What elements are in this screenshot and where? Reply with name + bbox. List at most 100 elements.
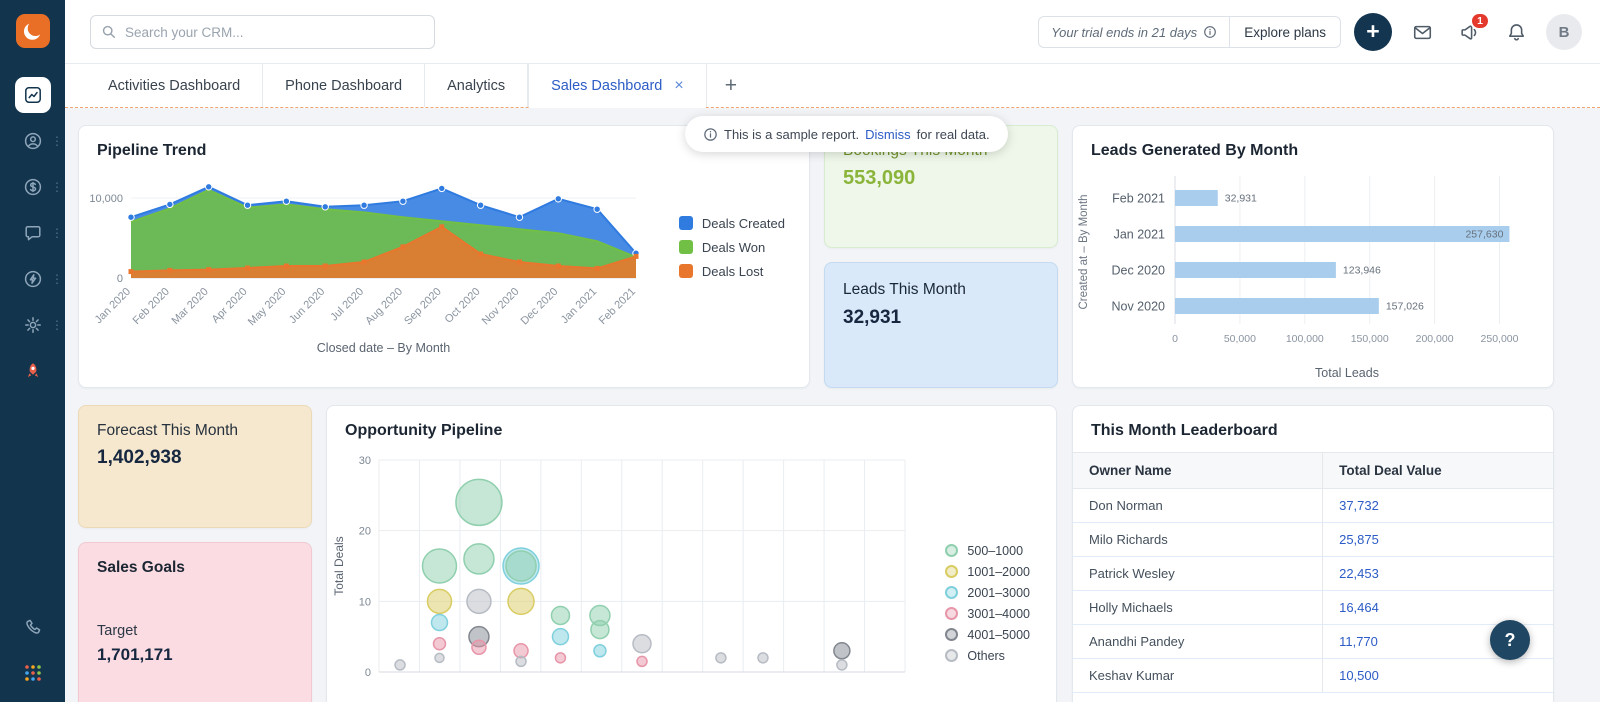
tab-label: Phone Dashboard <box>285 77 403 94</box>
kebab-menu-icon[interactable]: ⋮ <box>51 181 63 193</box>
tab-analytics[interactable]: Analytics <box>425 64 529 107</box>
kebab-menu-icon[interactable]: ⋮ <box>51 135 63 147</box>
leads-this-month-card: Leads This Month 32,931 <box>824 262 1058 388</box>
deal-value-cell[interactable]: 25,875 <box>1322 522 1553 557</box>
owner-name-cell: Patrick Wesley <box>1073 556 1323 591</box>
forecast-title: Forecast This Month <box>97 422 238 439</box>
automation-icon <box>24 270 41 288</box>
sidebar-item-settings[interactable]: ⋮ <box>0 302 65 348</box>
chat-icon <box>24 225 41 241</box>
notifications-button[interactable] <box>1499 15 1533 49</box>
sidebar-item-contacts[interactable]: ⋮ <box>0 118 65 164</box>
legend-item-deals-created[interactable]: Deals Created <box>678 215 785 231</box>
legend-item-2001-3000[interactable]: 2001–3000 <box>945 586 1030 600</box>
table-row[interactable]: Don Norman 37,732 <box>1073 488 1553 523</box>
table-row[interactable]: Keshav Kumar 10,500 <box>1073 658 1553 693</box>
svg-text:123,946: 123,946 <box>1343 265 1381 277</box>
legend-label: Deals Lost <box>701 263 764 279</box>
owner-name-cell: Keshav Kumar <box>1073 658 1323 693</box>
legend-item-4001-5000[interactable]: 4001–5000 <box>945 628 1030 642</box>
svg-text:0: 0 <box>117 273 123 285</box>
deal-value-cell[interactable]: 16,464 <box>1322 590 1553 625</box>
kebab-menu-icon[interactable]: ⋮ <box>51 319 63 331</box>
tab-activities-dashboard[interactable]: Activities Dashboard <box>86 64 264 107</box>
svg-text:20: 20 <box>359 526 371 538</box>
table-row[interactable]: Milo Richards 25,875 <box>1073 522 1553 557</box>
sidebar-item-apps[interactable] <box>0 650 65 696</box>
legend-label: Deals Created <box>701 215 785 231</box>
add-tab-button[interactable]: + <box>707 64 755 107</box>
trial-text: Your trial ends in 21 days <box>1039 25 1229 40</box>
search-box[interactable] <box>90 15 435 49</box>
table-row[interactable]: Anandhi Pandey 11,770 <box>1073 624 1553 659</box>
card-title: This Month Leaderboard <box>1091 422 1278 439</box>
legend-swatch <box>678 216 693 230</box>
column-header-value: Total Deal Value <box>1322 452 1553 489</box>
dismiss-link[interactable]: Dismiss <box>865 127 911 142</box>
legend-label: 4001–5000 <box>967 627 1030 642</box>
deals-icon <box>24 178 41 196</box>
forecast-card: Forecast This Month 1,402,938 <box>78 405 312 528</box>
table-row[interactable]: Patrick Wesley 22,453 <box>1073 556 1553 591</box>
banner-text-after: for real data. <box>916 126 990 142</box>
bookings-value: 553,090 <box>843 167 916 189</box>
legend-item-1001-2000[interactable]: 1001–2000 <box>945 565 1030 579</box>
table-row[interactable]: Holly Michaels 16,464 <box>1073 590 1553 625</box>
freshworks-logo-icon[interactable] <box>15 14 50 48</box>
freshworks-swirl <box>23 20 43 40</box>
svg-text:May 2020: May 2020 <box>246 286 289 329</box>
legend-item-deals-lost[interactable]: Deals Lost <box>678 263 785 279</box>
sidebar-bottom <box>0 604 65 696</box>
kebab-menu-icon[interactable]: ⋮ <box>51 273 63 285</box>
legend-item-others[interactable]: Others <box>945 649 1030 663</box>
svg-text:32,931: 32,931 <box>1225 193 1257 205</box>
svg-text:Created at – By Month: Created at – By Month <box>1078 194 1090 309</box>
owner-name-cell: Anandhi Pandey <box>1073 624 1323 659</box>
explore-plans-button[interactable]: Explore plans <box>1229 17 1340 47</box>
svg-text:Nov 2020: Nov 2020 <box>1111 300 1165 314</box>
whats-new-button[interactable]: 1 <box>1452 12 1490 49</box>
banner-text-before: This is a sample report. <box>724 126 860 142</box>
svg-text:0: 0 <box>1172 333 1178 345</box>
email-button[interactable] <box>1405 15 1439 49</box>
legend-label: Deals Won <box>701 239 766 255</box>
avatar[interactable]: B <box>1546 14 1582 50</box>
search-input[interactable] <box>125 24 424 40</box>
sidebar-item-deals[interactable]: ⋮ <box>0 164 65 210</box>
close-icon[interactable]: × <box>674 77 683 94</box>
rocket-icon <box>27 363 38 377</box>
tab-label: Activities Dashboard <box>108 77 241 94</box>
card-title: Opportunity Pipeline <box>345 422 503 439</box>
sample-report-banner: This is a sample report. Dismiss for rea… <box>685 116 1008 152</box>
legend-item-500-1000[interactable]: 500–1000 <box>945 544 1030 558</box>
leads-title: Leads This Month <box>843 281 966 298</box>
topbar: Your trial ends in 21 days Explore plans… <box>65 0 1600 64</box>
kebab-menu-icon[interactable]: ⋮ <box>51 227 63 239</box>
tab-sales-dashboard[interactable]: Sales Dashboard × <box>528 64 707 108</box>
legend-item-3001-4000[interactable]: 3001–4000 <box>945 607 1030 621</box>
svg-text:Dec 2020: Dec 2020 <box>519 286 561 328</box>
sidebar-item-dashboard[interactable] <box>0 72 65 118</box>
deal-value-cell[interactable]: 10,500 <box>1322 658 1553 693</box>
svg-text:Nov 2020: Nov 2020 <box>480 286 522 328</box>
deal-value-cell[interactable]: 22,453 <box>1322 556 1553 591</box>
deal-value-cell[interactable]: 37,732 <box>1322 488 1553 523</box>
sidebar-nav: ⋮ ⋮ ⋮ ⋮ ⋮ <box>0 72 65 394</box>
help-button[interactable]: ? <box>1490 620 1530 660</box>
sidebar-item-phone[interactable] <box>0 604 65 650</box>
sidebar-item-automation[interactable]: ⋮ <box>0 256 65 302</box>
tab-phone-dashboard[interactable]: Phone Dashboard <box>263 64 426 107</box>
sidebar-item-rocket[interactable] <box>0 348 65 394</box>
sidebar-item-chat[interactable]: ⋮ <box>0 210 65 256</box>
quick-add-button[interactable]: + <box>1354 13 1392 51</box>
svg-text:Jul 2020: Jul 2020 <box>328 286 366 324</box>
opportunity-pipeline-card: Opportunity Pipeline 0 10 20 30 Total Deals … <box>326 405 1057 702</box>
sales-goals-title: Sales Goals <box>97 559 185 576</box>
dashboard-main: This is a sample report. Dismiss for rea… <box>65 108 1600 702</box>
pipeline-trend-chart: 0 10,000 Jan 2020 Feb 2020 Mar 2020 Apr 2020 M… <box>79 166 644 358</box>
legend-item-deals-won[interactable]: Deals Won <box>678 239 785 255</box>
svg-text:10: 10 <box>359 596 371 608</box>
svg-text:Jun 2020: Jun 2020 <box>287 286 327 326</box>
opportunity-legend: 500–1000 1001–2000 2001–3000 3001–4000 4001–… <box>945 544 1030 663</box>
sales-goals-card: Sales Goals Target 1,701,171 <box>78 542 312 702</box>
